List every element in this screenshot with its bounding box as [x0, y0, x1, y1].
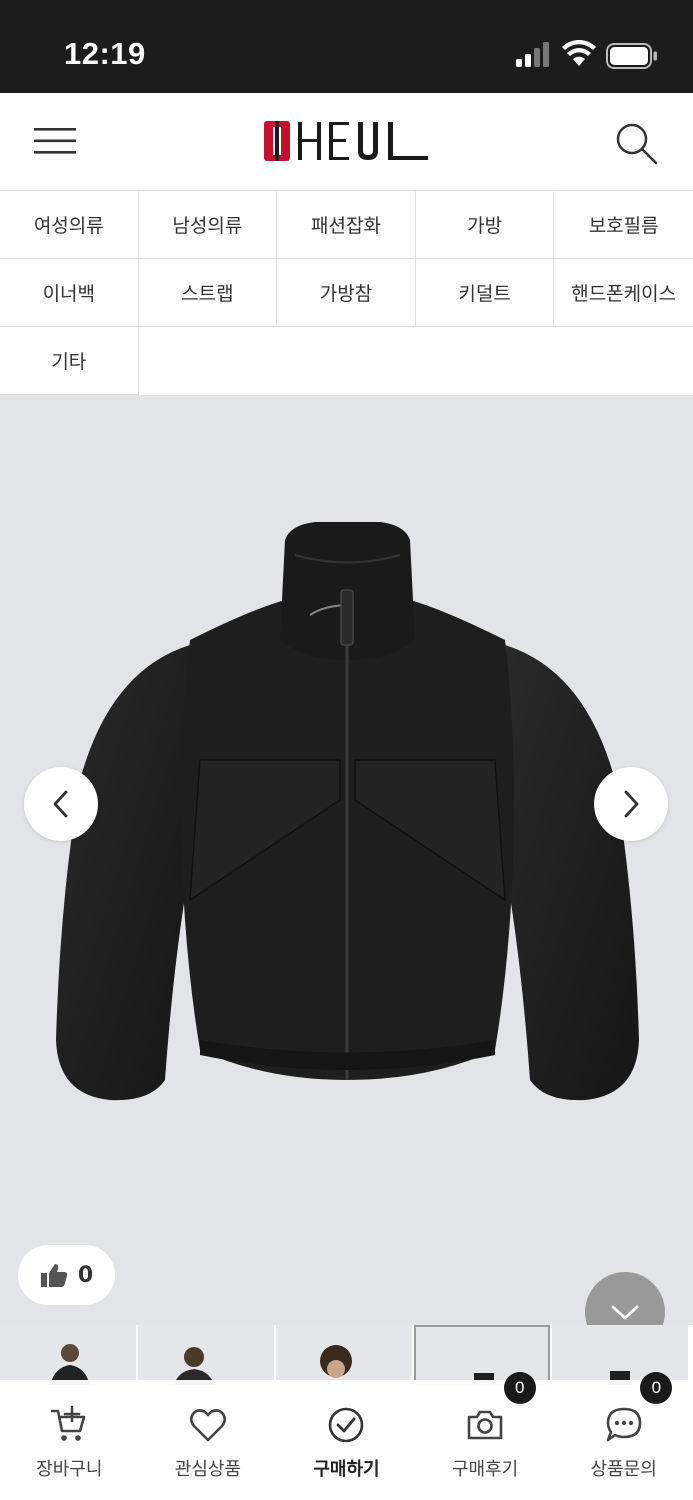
- buy-button[interactable]: 구매하기: [277, 1380, 416, 1500]
- bottom-action-bar: 장바구니 관심상품 구매하기 0 구매후기 0 상품문의: [0, 1372, 693, 1500]
- wifi-icon: [562, 40, 596, 66]
- thumbnail-strip: [0, 1325, 693, 1385]
- model-thumbnail-icon: [50, 1344, 90, 1385]
- site-header: [0, 93, 693, 190]
- cellular-signal-icon: [516, 42, 549, 67]
- cart-add-icon: [50, 1405, 86, 1441]
- category-row: 기타: [0, 327, 693, 395]
- review-count-badge: 0: [503, 1372, 536, 1404]
- inquiry-label: 상품문의: [590, 1459, 657, 1480]
- wishlist-label: 관심상품: [174, 1459, 242, 1480]
- category-menu: 여성의류 남성의류 패션잡화 가방 보호필름 이너백 스트랩 가방참 키덜트 핸…: [0, 190, 693, 395]
- thumbnail-2[interactable]: [138, 1325, 274, 1385]
- category-row: 여성의류 남성의류 패션잡화 가방 보호필름: [0, 191, 693, 259]
- model-thumbnail-icon: [174, 1347, 214, 1385]
- model-thumbnail-icon: [320, 1345, 352, 1378]
- cart-label: 장바구니: [36, 1459, 103, 1480]
- category-etc[interactable]: 기타: [0, 327, 139, 395]
- buy-label: 구매하기: [313, 1459, 380, 1480]
- previous-image-button[interactable]: [24, 767, 98, 841]
- category-womens-clothing[interactable]: 여성의류: [0, 191, 139, 259]
- status-bar: 12:19: [0, 0, 693, 93]
- product-image-jacket: [56, 522, 639, 1101]
- next-image-button[interactable]: [594, 767, 668, 841]
- category-inner-bag[interactable]: 이너백: [0, 259, 139, 327]
- thumbnail-3[interactable]: [276, 1325, 412, 1385]
- category-kidult[interactable]: 키덜트: [415, 259, 555, 327]
- cart-button[interactable]: 장바구니: [0, 1380, 139, 1500]
- category-fashion-accessories[interactable]: 패션잡화: [277, 191, 416, 259]
- category-protective-film[interactable]: 보호필름: [554, 191, 693, 259]
- battery-icon: [606, 43, 657, 69]
- like-button[interactable]: 0: [18, 1245, 115, 1305]
- heart-icon: [189, 1409, 226, 1442]
- category-bags[interactable]: 가방: [415, 191, 555, 259]
- check-circle-icon: [329, 1407, 364, 1443]
- hamburger-menu-icon[interactable]: [34, 126, 78, 156]
- product-inquiry-button[interactable]: 0 상품문의: [554, 1372, 693, 1500]
- thumbnail-1[interactable]: [0, 1325, 136, 1385]
- scroll-down-button[interactable]: [585, 1272, 665, 1325]
- category-strap[interactable]: 스트랩: [138, 259, 278, 327]
- oheul-logo[interactable]: [262, 117, 432, 165]
- wishlist-button[interactable]: 관심상품: [139, 1380, 278, 1500]
- like-count: 0: [77, 1262, 94, 1288]
- status-time: 12:19: [64, 36, 146, 71]
- category-bag-charm[interactable]: 가방참: [277, 259, 416, 327]
- camera-icon: [467, 1410, 503, 1440]
- product-image-gallery[interactable]: 0: [0, 395, 693, 1325]
- chevron-left-icon: [53, 790, 68, 818]
- category-empty-cell: [138, 327, 693, 395]
- chat-bubble-icon: [606, 1407, 641, 1442]
- category-phone-case[interactable]: 핸드폰케이스: [554, 259, 693, 327]
- thumbs-up-icon: [40, 1264, 68, 1287]
- chevron-down-icon: [611, 1305, 639, 1320]
- category-row: 이너백 스트랩 가방참 키덜트 핸드폰케이스: [0, 259, 693, 327]
- inquiry-count-badge: 0: [640, 1372, 673, 1404]
- reviews-label: 구매후기: [451, 1459, 519, 1480]
- reviews-button[interactable]: 0 구매후기: [416, 1372, 555, 1500]
- chevron-right-icon: [624, 790, 639, 818]
- search-icon[interactable]: [612, 119, 660, 167]
- category-mens-clothing[interactable]: 남성의류: [138, 191, 278, 259]
